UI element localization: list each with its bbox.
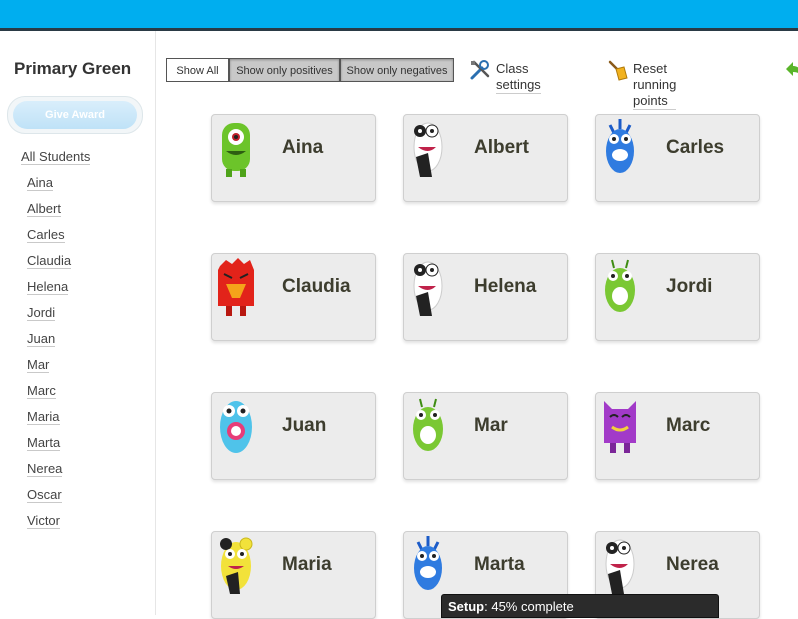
top-bar xyxy=(0,0,798,31)
blue-horned-monster-icon xyxy=(414,536,442,590)
give-award-button[interactable]: Give Award xyxy=(13,101,137,129)
black-white-spotted-monster-icon xyxy=(413,261,443,316)
sidebar-student-link[interactable]: Helena xyxy=(27,279,69,295)
student-card[interactable]: Maria xyxy=(211,531,376,619)
sidebar-item-all-students[interactable]: All Students xyxy=(21,149,91,165)
sidebar-student-link[interactable]: Maria xyxy=(27,409,60,425)
sidebar-student-link[interactable]: Albert xyxy=(27,201,61,217)
student-card[interactable]: Jordi xyxy=(595,253,760,341)
student-card[interactable]: Carles xyxy=(595,114,760,202)
reset-points-link[interactable]: Reset running points xyxy=(633,61,677,110)
give-award-wrapper: Give Award xyxy=(7,96,143,134)
sidebar-student-link[interactable]: Claudia xyxy=(27,253,72,269)
blue-horned-monster-icon xyxy=(606,119,634,173)
student-card[interactable]: Claudia xyxy=(211,253,376,341)
sidebar-student-link[interactable]: Marc xyxy=(27,383,56,399)
student-name: Carles xyxy=(666,137,725,158)
student-name: Claudia xyxy=(282,276,351,297)
sidebar-student-link[interactable]: Victor xyxy=(27,513,60,529)
setup-progress-text: : 45% complete xyxy=(484,599,574,614)
student-name: Aina xyxy=(282,137,324,158)
student-name: Marta xyxy=(474,554,525,575)
student-card[interactable]: Mar xyxy=(403,392,568,480)
yellow-spotted-monster-icon xyxy=(220,537,253,594)
sidebar-student-link[interactable]: Juan xyxy=(27,331,56,347)
student-card[interactable]: Marc xyxy=(595,392,760,480)
student-name: Helena xyxy=(474,276,537,297)
sidebar-student-link[interactable]: Jordi xyxy=(27,305,56,321)
student-name: Marc xyxy=(666,415,711,436)
class-title: Primary Green xyxy=(14,59,132,78)
green-antenna-monster-icon xyxy=(413,398,443,451)
sidebar-student-link[interactable]: Oscar xyxy=(27,487,62,503)
student-name: Jordi xyxy=(666,276,713,297)
green-one-eyed-monster-icon xyxy=(222,123,250,177)
show-all-button[interactable]: Show All xyxy=(166,58,229,82)
sidebar-student-link[interactable]: Marta xyxy=(27,435,61,451)
green-antenna-monster-icon xyxy=(605,259,635,312)
wrench-screwdriver-icon[interactable] xyxy=(468,58,492,82)
setup-progress-status[interactable]: Setup: 45% complete xyxy=(441,594,719,618)
broom-icon[interactable] xyxy=(606,58,630,82)
class-settings-link[interactable]: Class settings xyxy=(496,61,541,94)
black-white-spotted-monster-icon xyxy=(605,539,635,594)
show-positives-button[interactable]: Show only positives xyxy=(229,58,340,82)
show-negatives-button[interactable]: Show only negatives xyxy=(340,58,454,82)
student-card[interactable]: Albert xyxy=(403,114,568,202)
cyan-big-mouth-monster-icon xyxy=(220,401,252,453)
sidebar: Primary Green Give Award All Students Ai… xyxy=(0,31,156,615)
student-name: Nerea xyxy=(666,554,719,575)
student-name: Juan xyxy=(282,415,327,436)
student-card[interactable]: Aina xyxy=(211,114,376,202)
purple-cat-monster-icon xyxy=(604,401,636,453)
student-card[interactable]: Juan xyxy=(211,392,376,480)
student-name: Mar xyxy=(474,415,508,436)
black-white-spotted-monster-icon xyxy=(413,122,443,177)
student-name: Maria xyxy=(282,554,332,575)
red-furry-monster-icon xyxy=(218,258,254,316)
sidebar-student-link[interactable]: Aina xyxy=(27,175,54,191)
undo-arrow-icon[interactable] xyxy=(783,58,798,82)
sidebar-student-link[interactable]: Nerea xyxy=(27,461,63,477)
setup-label: Setup xyxy=(448,599,485,614)
student-card[interactable]: Helena xyxy=(403,253,568,341)
student-name: Albert xyxy=(474,137,529,158)
sidebar-student-link[interactable]: Carles xyxy=(27,227,65,243)
sidebar-student-link[interactable]: Mar xyxy=(27,357,50,373)
